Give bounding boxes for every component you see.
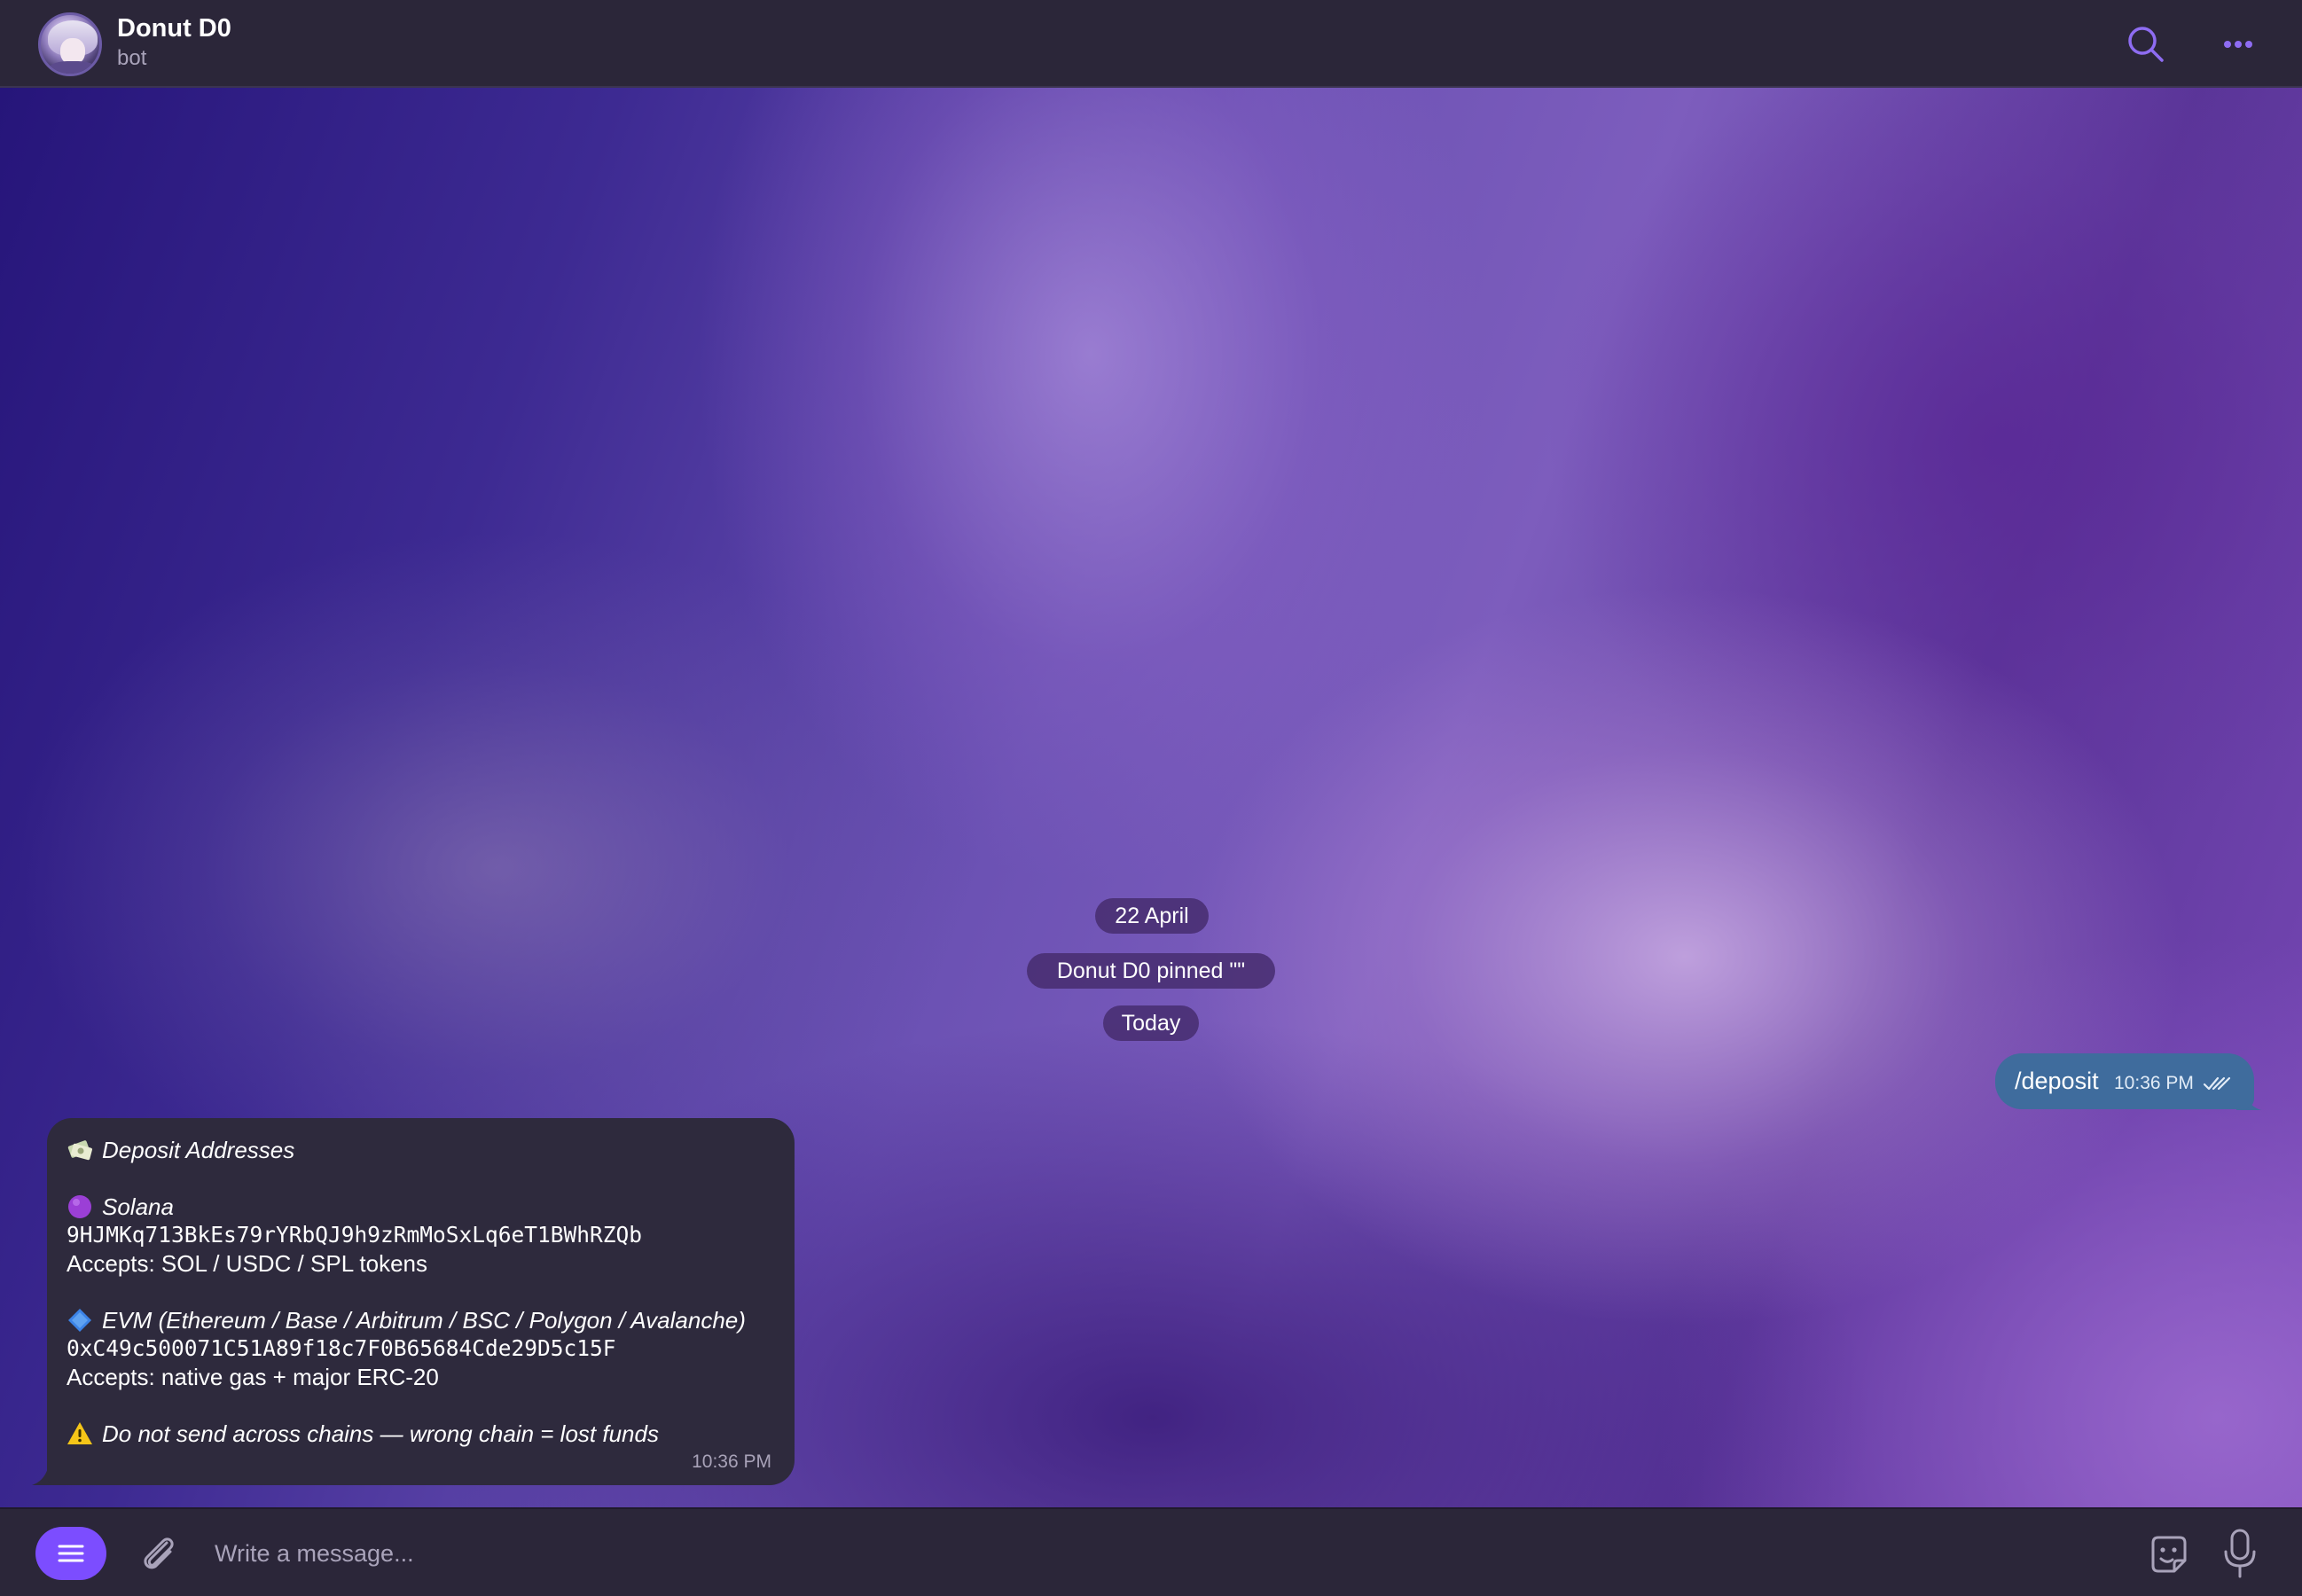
evm-label: EVM (Ethereum / Base / Arbitrum / BSC / … bbox=[102, 1307, 746, 1334]
search-icon[interactable] bbox=[2125, 23, 2167, 66]
outgoing-message-text: /deposit bbox=[2015, 1068, 2099, 1094]
outgoing-message-meta: 10:36 PM bbox=[2114, 1073, 2231, 1094]
chat-header: Donut D0 bot bbox=[0, 0, 2302, 88]
solana-accepts: Accepts: SOL / USDC / SPL tokens bbox=[67, 1250, 428, 1277]
message-composer bbox=[0, 1507, 2302, 1596]
solana-label: Solana bbox=[102, 1193, 174, 1220]
blue-diamond-icon bbox=[68, 1309, 91, 1332]
bot-menu-button[interactable] bbox=[35, 1527, 106, 1580]
date-separator: 22 April bbox=[1095, 898, 1209, 934]
more-icon[interactable] bbox=[2217, 23, 2259, 66]
deposit-heading: Deposit Addresses bbox=[102, 1137, 295, 1163]
evm-label-line: EVM (Ethereum / Base / Arbitrum / BSC / … bbox=[67, 1306, 775, 1334]
today-separator: Today bbox=[1103, 1005, 1199, 1041]
pinned-service-message[interactable]: Donut D0 pinned "" bbox=[1027, 953, 1275, 989]
outgoing-message-time: 10:36 PM bbox=[2114, 1073, 2194, 1093]
incoming-message-time: 10:36 PM bbox=[692, 1451, 771, 1472]
evm-address[interactable]: 0xC49c500071C51A89f18c7F0B65684Cde29D5c1… bbox=[67, 1334, 775, 1363]
warning-line: Do not send across chains — wrong chain … bbox=[67, 1420, 775, 1448]
paperclip-icon[interactable] bbox=[135, 1530, 181, 1576]
warning-icon bbox=[67, 1422, 92, 1444]
solana-label-line: Solana bbox=[67, 1193, 775, 1221]
incoming-message[interactable]: Deposit Addresses Solana 9HJMKq713BkEs79… bbox=[47, 1118, 795, 1485]
sticker-icon[interactable] bbox=[2144, 1530, 2194, 1580]
bot-avatar[interactable] bbox=[38, 12, 102, 76]
message-heading-line: Deposit Addresses bbox=[67, 1136, 775, 1164]
telegram-chat-window: Donut D0 bot 22 April Donut D0 pinned ""… bbox=[0, 0, 2302, 1596]
outgoing-message[interactable]: /deposit 10:36 PM bbox=[1995, 1053, 2254, 1109]
microphone-icon[interactable] bbox=[2219, 1527, 2261, 1580]
message-input[interactable] bbox=[213, 1532, 2075, 1575]
warning-text: Do not send across chains — wrong chain … bbox=[102, 1420, 659, 1447]
double-check-icon bbox=[2203, 1077, 2230, 1091]
chat-title-block[interactable]: Donut D0 bot bbox=[117, 12, 231, 73]
evm-accepts: Accepts: native gas + major ERC-20 bbox=[67, 1364, 439, 1390]
chat-status: bot bbox=[117, 46, 147, 70]
menu-icon bbox=[58, 1545, 84, 1562]
purple-circle-icon bbox=[68, 1195, 91, 1218]
money-emoji-icon bbox=[67, 1140, 92, 1161]
solana-address[interactable]: 9HJMKq713BkEs79rYRbQJ9h9zRmMoSxLq6eT1BWh… bbox=[67, 1221, 775, 1249]
avatar-clothing bbox=[46, 61, 99, 74]
chat-title: Donut D0 bbox=[117, 14, 231, 43]
